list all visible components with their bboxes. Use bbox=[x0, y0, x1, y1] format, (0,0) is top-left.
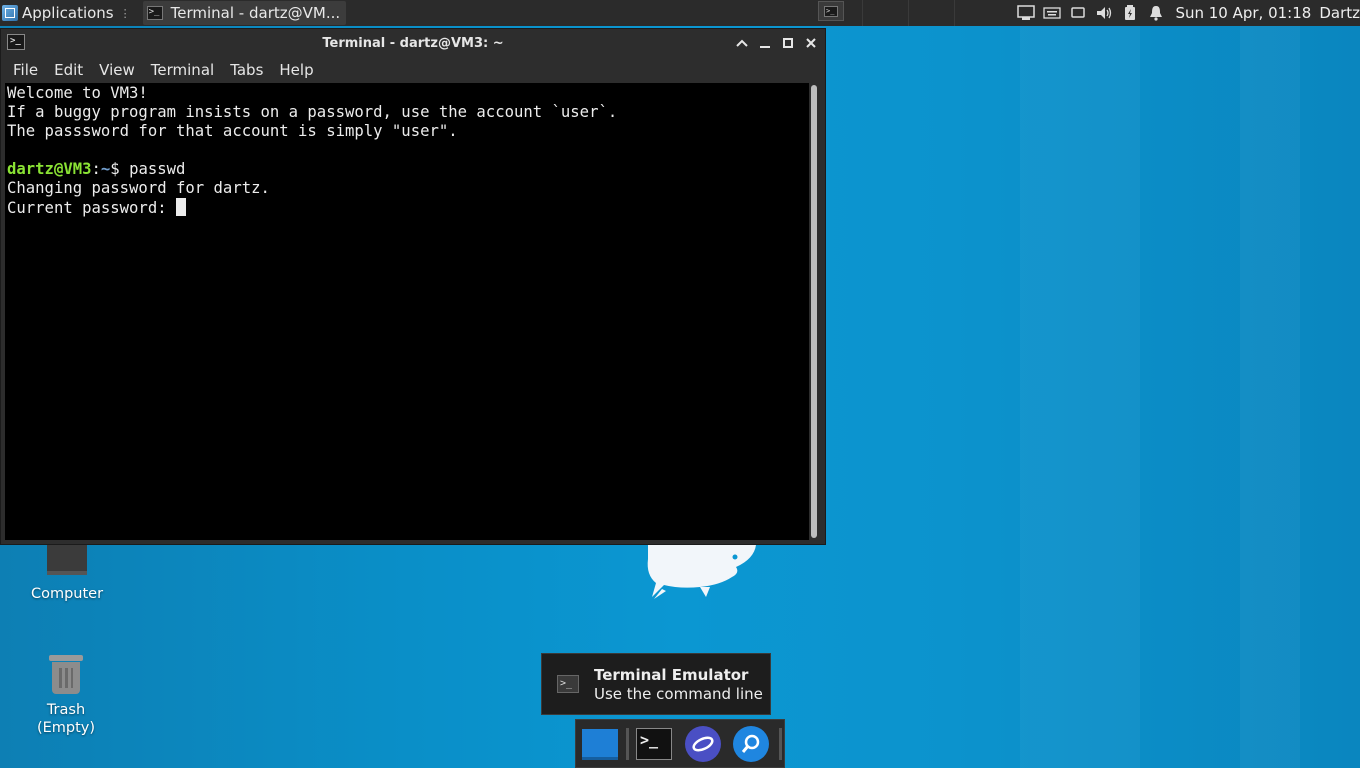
window-title: Terminal - dartz@VM3: ~ bbox=[322, 35, 504, 51]
trash-label: Trash bbox=[46, 702, 86, 718]
bell-icon[interactable] bbox=[1143, 0, 1169, 26]
dock: >_ bbox=[575, 719, 785, 768]
panel-separator: ⋮ bbox=[119, 6, 131, 20]
desktop-icon-computer[interactable]: Computer bbox=[20, 545, 114, 603]
menu-edit[interactable]: Edit bbox=[46, 61, 91, 79]
window-titlebar[interactable]: >_ Terminal - dartz@VM3: ~ bbox=[1, 29, 825, 57]
battery-icon[interactable] bbox=[1117, 0, 1143, 26]
minimize-button[interactable] bbox=[755, 33, 775, 53]
terminal-line: If a buggy program insists on a password… bbox=[7, 103, 618, 121]
trash-icon bbox=[49, 653, 83, 695]
volume-icon[interactable] bbox=[1091, 0, 1117, 26]
tooltip: >_ Terminal Emulator Use the command lin… bbox=[541, 653, 771, 715]
command-text: passwd bbox=[129, 160, 186, 178]
terminal-icon: >_ bbox=[824, 5, 838, 17]
terminal-window: >_ Terminal - dartz@VM3: ~ File Edit Vie… bbox=[0, 28, 826, 545]
network-icon[interactable] bbox=[1013, 0, 1039, 26]
terminal-output[interactable]: Welcome to VM3! If a buggy program insist… bbox=[5, 83, 809, 540]
text-cursor bbox=[176, 198, 186, 216]
workspace-switcher-1[interactable]: >_ bbox=[818, 1, 844, 21]
menu-help[interactable]: Help bbox=[271, 61, 321, 79]
prompt-symbol: $ bbox=[110, 160, 130, 178]
display-icon[interactable] bbox=[1065, 0, 1091, 26]
terminal-icon: >_ bbox=[636, 728, 672, 760]
applications-menu-icon bbox=[2, 5, 18, 21]
applications-menu[interactable]: Applications ⋮ bbox=[0, 0, 135, 26]
dock-separator bbox=[779, 728, 782, 760]
tooltip-description: Use the command line bbox=[594, 685, 763, 703]
tooltip-title: Terminal Emulator bbox=[594, 666, 749, 684]
trash-status: (Empty) bbox=[36, 720, 96, 736]
terminal-prompt-line: dartz@VM3:~$ passwd bbox=[7, 160, 809, 179]
computer-icon bbox=[47, 545, 87, 575]
workspace-divider bbox=[862, 0, 863, 26]
chevron-up-icon[interactable] bbox=[732, 33, 752, 53]
dock-terminal[interactable]: >_ bbox=[634, 724, 674, 764]
terminal-input-line: Current password: bbox=[7, 198, 809, 218]
dock-show-desktop[interactable] bbox=[580, 724, 620, 764]
menu-file[interactable]: File bbox=[5, 61, 46, 79]
dock-web-browser[interactable] bbox=[683, 724, 723, 764]
terminal-icon: >_ bbox=[146, 6, 163, 20]
menu-view[interactable]: View bbox=[91, 61, 143, 79]
terminal-line: Welcome to VM3! bbox=[7, 84, 148, 102]
terminal-line: The passsword for that account is simply… bbox=[7, 122, 458, 140]
desktop-texture bbox=[1020, 26, 1140, 768]
maximize-button[interactable] bbox=[778, 33, 798, 53]
dock-search[interactable] bbox=[731, 724, 771, 764]
prompt-path: ~ bbox=[100, 160, 111, 178]
close-button[interactable] bbox=[801, 33, 821, 53]
clock[interactable]: Sun 10 Apr, 01:18 bbox=[1169, 4, 1319, 22]
dock-separator bbox=[626, 728, 629, 760]
taskbar-terminal-label: Terminal - dartz@VM... bbox=[170, 4, 341, 22]
terminal-icon[interactable]: >_ bbox=[7, 34, 25, 50]
desktop-icon-trash[interactable]: Trash (Empty) bbox=[20, 653, 112, 737]
terminal-icon: >_ bbox=[557, 675, 579, 693]
xfce-mouse-logo bbox=[647, 545, 756, 599]
user-menu[interactable]: Dartz bbox=[1319, 4, 1360, 22]
keyboard-icon[interactable] bbox=[1039, 0, 1065, 26]
workspace-divider bbox=[908, 0, 909, 26]
taskbar-terminal-button[interactable]: >_ Terminal - dartz@VM... bbox=[142, 1, 347, 25]
search-icon bbox=[733, 726, 769, 762]
menu-bar: File Edit View Terminal Tabs Help bbox=[1, 57, 825, 83]
menu-tabs[interactable]: Tabs bbox=[222, 61, 271, 79]
web-browser-icon bbox=[685, 726, 721, 762]
menu-terminal[interactable]: Terminal bbox=[143, 61, 222, 79]
desktop-texture bbox=[1240, 26, 1300, 768]
applications-label: Applications bbox=[22, 4, 114, 22]
scrollbar-thumb[interactable] bbox=[811, 85, 817, 538]
scrollbar[interactable] bbox=[810, 85, 818, 538]
prompt-separator: : bbox=[91, 160, 101, 178]
prompt-user: dartz@VM3 bbox=[7, 160, 92, 178]
workspace-divider bbox=[954, 0, 955, 26]
password-prompt: Current password: bbox=[7, 199, 176, 217]
show-desktop-icon bbox=[582, 728, 618, 760]
terminal-line: Changing password for dartz. bbox=[7, 179, 270, 197]
system-tray: Sun 10 Apr, 01:18 Dartz bbox=[1013, 0, 1360, 26]
computer-label: Computer bbox=[30, 586, 104, 602]
